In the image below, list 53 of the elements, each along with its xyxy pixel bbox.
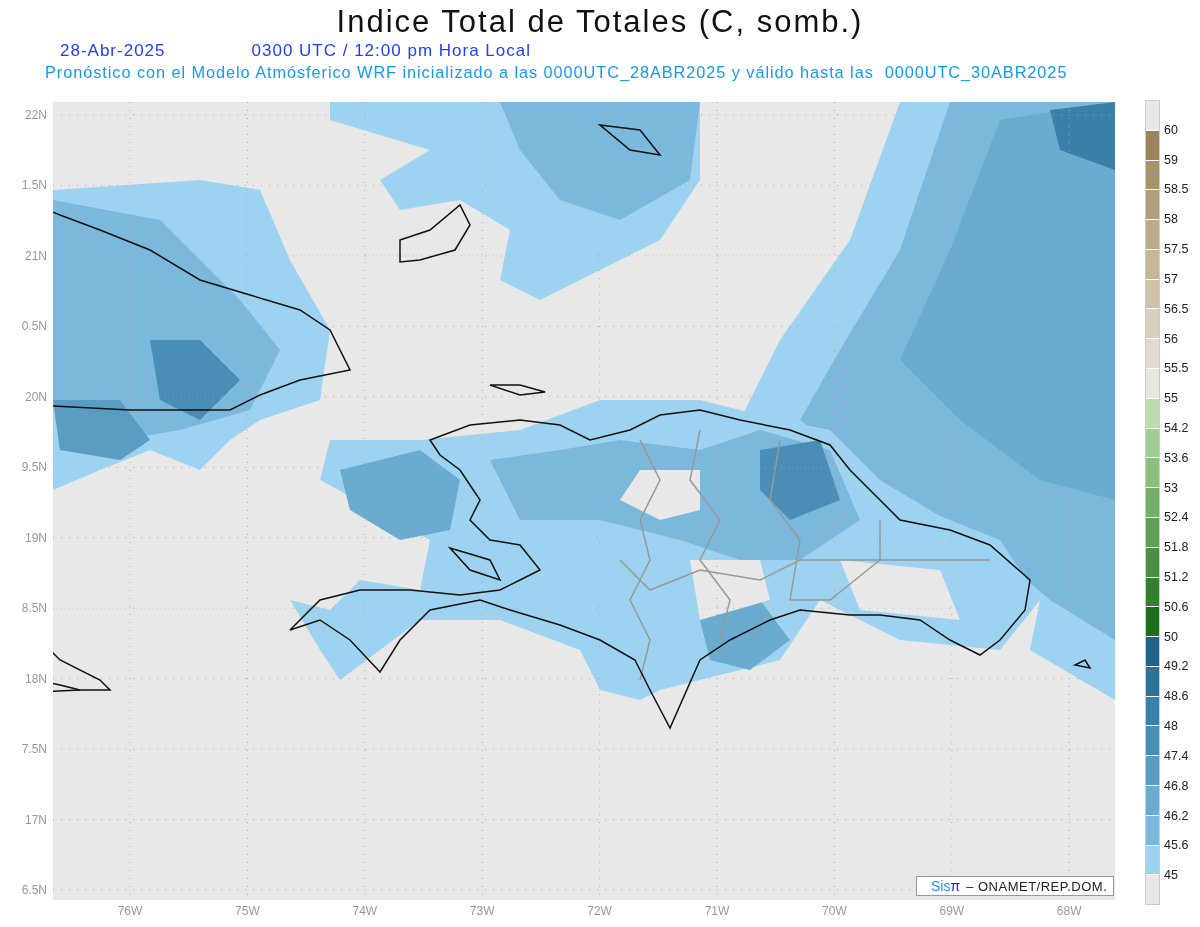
scale-label: 57.5 <box>1164 242 1189 257</box>
latitude-label: 7.5N <box>21 742 47 757</box>
scale-label: 55.5 <box>1164 361 1189 376</box>
scale-label: 45.6 <box>1164 838 1189 853</box>
scale-label: 51.8 <box>1164 540 1189 555</box>
longitude-label: 75W <box>235 904 260 918</box>
latitude-label: 22N <box>25 108 47 122</box>
latitude-label: 9.5N <box>21 460 47 475</box>
forecast-description: Pronóstico con el Modelo Atmósferico WRF inicializado a las 0000UTC_28ABR2025 y válido hasta las 0000UTC_30ABR2025 <box>44 62 1069 82</box>
longitude-label: 69W <box>939 904 965 918</box>
scale-label: 58 <box>1164 212 1178 227</box>
latitude-label: 8.5N <box>21 601 47 616</box>
scale-label: 46.8 <box>1164 778 1189 793</box>
latitude-label: 1.5N <box>21 178 47 193</box>
scale-label: 49.2 <box>1164 659 1189 674</box>
scale-label: 51.2 <box>1164 570 1189 585</box>
chart-title: Indice Total de Totales (C, somb.) <box>335 4 865 40</box>
latitude-label: 19N <box>25 530 47 545</box>
longitude-label: 72W <box>587 904 612 918</box>
latitude-label: 21N <box>25 248 47 263</box>
latitude-label: 6.5N <box>21 882 47 897</box>
forecast-date: 28-Abr-2025 <box>60 40 166 62</box>
scale-label: 47.4 <box>1164 748 1189 763</box>
scale-label: 57 <box>1164 271 1178 286</box>
logo-wordmark: Sisπ <box>931 878 961 894</box>
scale-label: 50.6 <box>1164 599 1189 614</box>
longitude-label: 68W <box>1056 904 1082 918</box>
latitude-label: 17N <box>25 812 47 827</box>
scale-label: 60 <box>1164 122 1178 137</box>
scale-label: 55 <box>1164 391 1178 406</box>
scale-label: 48.6 <box>1164 689 1189 704</box>
scale-label: 53.6 <box>1164 450 1189 465</box>
latitude-label: 20N <box>25 389 47 404</box>
scale-label: 48 <box>1164 719 1178 734</box>
scale-label: 59 <box>1164 152 1178 167</box>
longitude-label: 76W <box>117 904 143 918</box>
latitude-label: 0.5N <box>21 319 47 334</box>
latitude-label: 18N <box>25 671 47 686</box>
forecast-time: 0300 UTC / 12:00 pm Hora Local <box>251 40 531 62</box>
scale-label: 56.5 <box>1164 301 1189 316</box>
scale-label: 46.2 <box>1164 808 1189 823</box>
longitude-label: 74W <box>352 904 378 918</box>
scale-label: 53 <box>1164 480 1178 495</box>
longitude-label: 73W <box>469 904 495 918</box>
scale-label: 52.4 <box>1164 510 1189 525</box>
scale-label: 54.2 <box>1164 420 1189 435</box>
scale-label: 56 <box>1164 331 1178 346</box>
scale-label: 58.5 <box>1164 182 1189 197</box>
scale-label: 45 <box>1164 868 1178 883</box>
longitude-label: 70W <box>822 904 847 918</box>
longitude-label: 71W <box>704 904 730 918</box>
credit-text: – ONAMET/REP.DOM. <box>966 878 1108 894</box>
scale-label: 50 <box>1164 629 1178 644</box>
